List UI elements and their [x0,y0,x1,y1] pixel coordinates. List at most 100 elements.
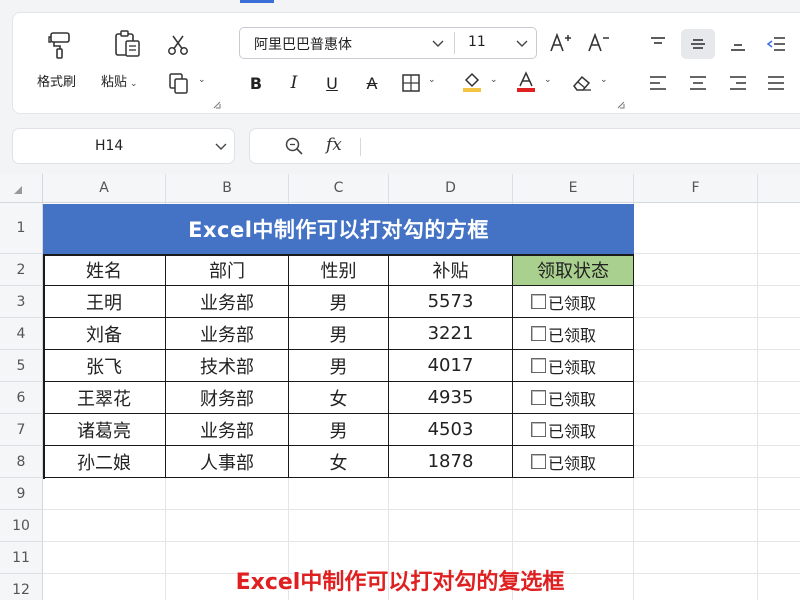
font-size-field[interactable]: 11 [468,34,486,50]
checkbox-icon[interactable] [531,326,546,341]
formula-input[interactable] [370,137,790,157]
borders-button[interactable]: ⌄ [399,69,443,97]
strikethrough-button[interactable]: A [359,69,385,97]
column-header-c[interactable]: C [289,174,389,203]
gender-cell[interactable]: 男 [289,350,389,382]
dept-cell[interactable]: 人事部 [166,446,289,478]
row-header-10[interactable]: 10 [0,510,43,542]
checkbox-control[interactable]: 已领取 [531,386,596,410]
copy-dropdown-icon[interactable]: ⌄ [198,75,206,85]
clipboard-dialog-launcher-icon[interactable] [213,101,221,109]
decrease-font-size-button[interactable] [585,29,613,57]
row-header-9[interactable]: 9 [0,478,43,510]
paste-dropdown-icon[interactable]: ⌄ [130,79,138,89]
name-cell[interactable]: 诸葛亮 [43,414,166,446]
checkbox-control[interactable]: 已领取 [531,418,596,442]
gender-cell[interactable]: 男 [289,286,389,318]
paste-button[interactable]: 粘贴 ⌄ [101,27,157,90]
align-right-button[interactable] [723,69,753,97]
dept-cell[interactable]: 业务部 [166,318,289,350]
chevron-down-icon[interactable] [215,143,227,151]
select-all-corner[interactable] [0,174,43,203]
column-header-g[interactable] [758,174,800,203]
bold-button[interactable]: B [243,69,269,97]
status-cell[interactable]: 已领取 [513,350,634,382]
column-header-e[interactable]: E [513,174,634,203]
format-painter-button[interactable]: 格式刷 [35,27,85,90]
row-header-4[interactable]: 4 [0,318,43,350]
justify-button[interactable] [761,69,791,97]
decrease-indent-button[interactable] [761,29,791,59]
name-cell[interactable]: 张飞 [43,350,166,382]
status-cell[interactable]: 已领取 [513,382,634,414]
row-header-2[interactable]: 2 [0,254,43,286]
checkbox-icon[interactable] [531,454,546,469]
dept-cell[interactable]: 技术部 [166,350,289,382]
column-header-b[interactable]: B [166,174,289,203]
align-center-button[interactable] [683,69,713,97]
status-cell[interactable]: 已领取 [513,414,634,446]
fill-color-dropdown-icon[interactable]: ⌄ [490,75,498,85]
checkbox-icon[interactable] [531,422,546,437]
subsidy-cell[interactable]: 1878 [389,446,513,478]
header-cell-subsidy[interactable]: 补贴 [389,254,513,286]
table-title[interactable]: Excel中制作可以打对勾的方框 [43,204,634,254]
column-header-d[interactable]: D [389,174,513,203]
column-header-f[interactable]: F [634,174,758,203]
align-left-button[interactable] [643,69,673,97]
checkbox-icon[interactable] [531,390,546,405]
cut-button[interactable] [163,31,193,61]
column-header-a[interactable]: A [43,174,166,203]
row-header-3[interactable]: 3 [0,286,43,318]
row-header-7[interactable]: 7 [0,414,43,446]
gender-cell[interactable]: 男 [289,318,389,350]
dept-cell[interactable]: 业务部 [166,286,289,318]
subsidy-cell[interactable]: 4935 [389,382,513,414]
checkbox-icon[interactable] [531,358,546,373]
underline-button[interactable]: U [319,69,345,97]
checkbox-control[interactable]: 已领取 [531,322,596,346]
status-cell[interactable]: 已领取 [513,318,634,350]
subsidy-cell[interactable]: 4017 [389,350,513,382]
italic-button[interactable]: I [281,69,307,97]
header-cell-dept[interactable]: 部门 [166,254,289,286]
header-cell-name[interactable]: 姓名 [43,254,166,286]
subsidy-cell[interactable]: 4503 [389,414,513,446]
font-color-dropdown-icon[interactable]: ⌄ [544,75,552,85]
header-cell-status[interactable]: 领取状态 [513,254,634,286]
checkbox-control[interactable]: 已领取 [531,450,596,474]
name-cell[interactable]: 王翠花 [43,382,166,414]
checkbox-icon[interactable] [531,294,546,309]
fill-color-button[interactable]: ⌄ [459,69,503,97]
align-top-button[interactable] [643,29,673,59]
zoom-icon[interactable] [284,136,304,156]
checkbox-control[interactable]: 已领取 [531,290,596,314]
copy-button[interactable]: ⌄ [165,69,209,97]
font-name-field[interactable]: 阿里巴巴普惠体 [254,34,352,54]
gender-cell[interactable]: 女 [289,446,389,478]
status-cell[interactable]: 已领取 [513,286,634,318]
name-cell[interactable]: 刘备 [43,318,166,350]
name-cell[interactable]: 孙二娘 [43,446,166,478]
row-header-1[interactable]: 1 [0,203,43,254]
row-header-8[interactable]: 8 [0,446,43,478]
row-header-6[interactable]: 6 [0,382,43,414]
align-bottom-button[interactable] [723,29,753,59]
clear-dropdown-icon[interactable]: ⌄ [600,75,608,85]
row-header-5[interactable]: 5 [0,350,43,382]
gender-cell[interactable]: 女 [289,382,389,414]
chevron-down-icon[interactable] [516,40,528,48]
spreadsheet-grid[interactable]: A B C D E F 1 2 3 4 5 6 7 8 9 10 11 12 E… [0,174,800,600]
insert-function-button[interactable]: fx [326,135,342,155]
status-cell[interactable]: 已领取 [513,446,634,478]
gender-cell[interactable]: 男 [289,414,389,446]
increase-font-size-button[interactable] [547,29,575,57]
borders-dropdown-icon[interactable]: ⌄ [428,75,436,85]
clear-formats-button[interactable]: ⌄ [569,69,613,97]
subsidy-cell[interactable]: 5573 [389,286,513,318]
dept-cell[interactable]: 业务部 [166,414,289,446]
font-dialog-launcher-icon[interactable] [617,101,625,109]
font-color-button[interactable]: ⌄ [513,69,557,97]
name-box[interactable]: H14 [12,128,235,164]
chevron-down-icon[interactable] [432,40,444,48]
